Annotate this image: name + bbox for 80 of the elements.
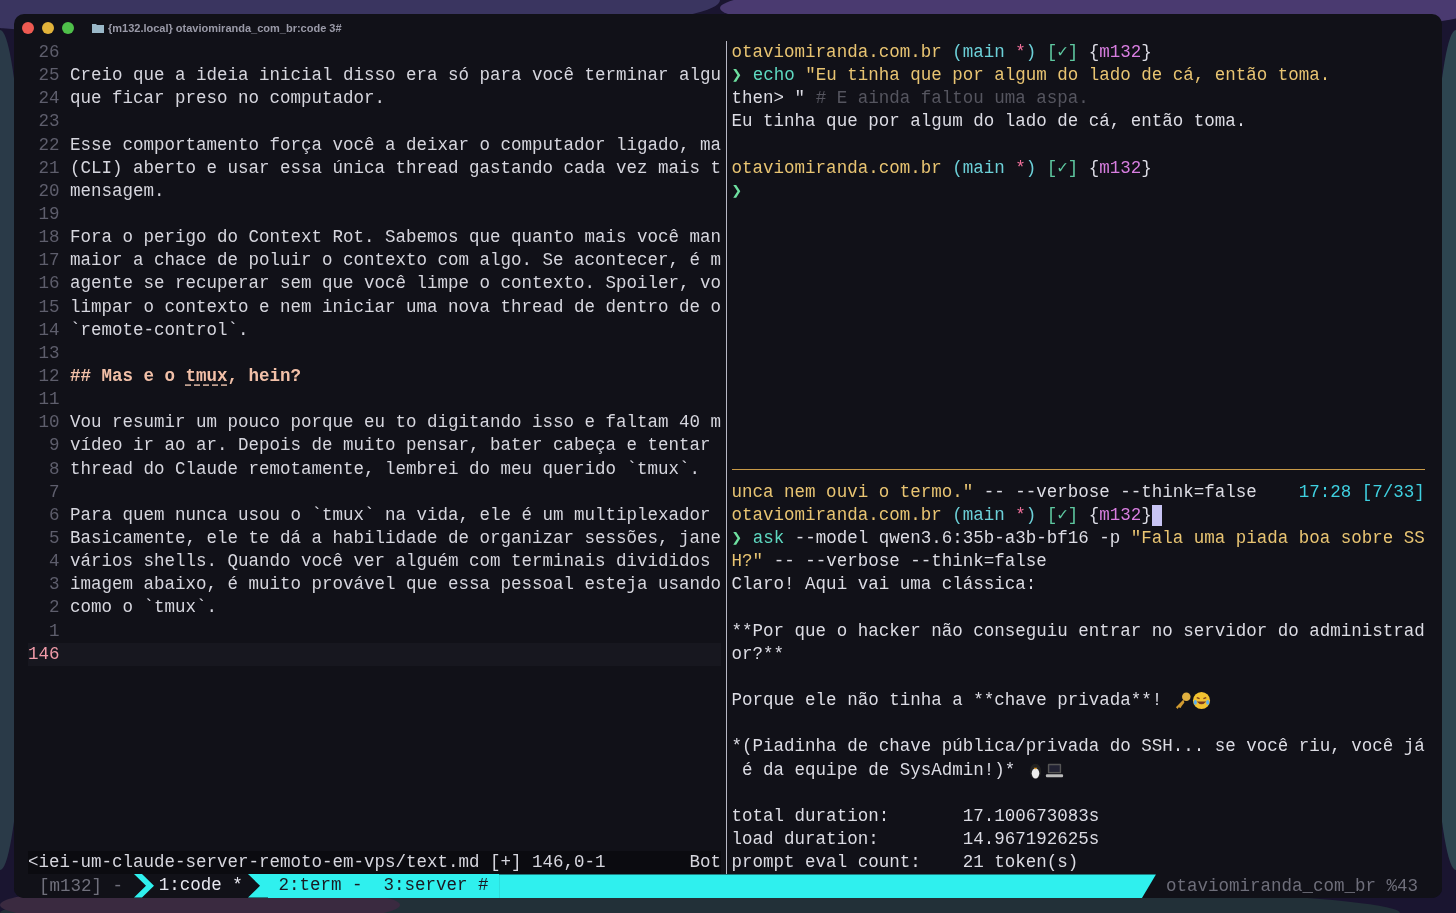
line-number: 18 [37, 226, 60, 250]
line-number: 1 [48, 619, 60, 643]
terminal-line: or?** [731, 642, 785, 666]
editor-line: Vou resumir um pouco porque eu to digitando isso e faltam 40 m [70, 411, 722, 435]
editor-line: maior a chace de poluir o contexto com algo. Se acontecer, é m [70, 249, 722, 273]
editor-line: Fora o perigo do Context Rot. Sabemos que quanto mais você man [70, 226, 722, 250]
terminal-line: unca nem ouvi o termo." -- --verbose --think=false [731, 480, 1257, 504]
terminal-line: load duration: 14.967192625s [731, 827, 1100, 851]
line-number: 17 [37, 249, 60, 273]
line-number: 14 [37, 318, 60, 342]
minimize-button[interactable] [42, 21, 54, 34]
terminal-line: otaviomiranda.com.br (main *) [✓] {m132} [731, 156, 1152, 180]
editor-line: `remote-control`. [70, 318, 249, 342]
terminal-line: **Por que o hacker não conseguiu entrar no servidor do administrad [731, 619, 1425, 643]
editor-line: Basicamente, ele te dá a habilidade de organizar sessões, jane [70, 526, 722, 550]
terminal-line: otaviomiranda.com.br (main *) [✓] {m132} [731, 41, 1152, 64]
terminal-line: total duration: 17.100673083s [731, 804, 1100, 828]
terminal-line: *(Piadinha de chave pública/privada do SSH... se você riu, você já [731, 735, 1425, 759]
terminal-line: then> " # E ainda faltou uma aspa. [731, 87, 1089, 111]
terminal-line: ❯ ask --model qwen3.6:35b-a3b-bf16 -p "Fala uma piada boa sobre SS [731, 527, 1425, 551]
line-number: 3 [48, 573, 60, 597]
file-path: <iei-um-claude-server-remoto-em-vps/text.md [+] 146,0-1 [28, 851, 606, 875]
editor-line: Para quem nunca usou o `tmux` na vida, ele é um multiplexador [70, 503, 711, 527]
editor-line: limpar o contexto e nem iniciar uma nova thread de dentro de o [70, 295, 722, 319]
maximize-button[interactable] [62, 21, 74, 34]
line-number: 12 [37, 364, 60, 388]
line-number: 19 [37, 203, 60, 226]
editor-line: (CLI) aberto e usar essa única thread gastando cada vez mais t [70, 156, 722, 180]
line-number: 26 [37, 41, 60, 64]
editor-line: vários shells. Quando você ver alguém com terminais divididos [70, 550, 711, 574]
terminal-line: Claro! Aqui vai uma clássica: [731, 573, 1037, 597]
terminal-line: ❯ [731, 179, 743, 203]
terminal-line: ❯ echo "Eu tinha que por algum do lado de cá, então toma. [731, 64, 1331, 88]
host-status: otaviomiranda_com_br %43 [1164, 876, 1419, 897]
editor-line: vídeo ir ao ar. Depois de muito pensar, bater cabeça e tentar [70, 434, 711, 458]
line-number: 9 [48, 434, 60, 458]
window-tab[interactable]: 3:server # [373, 874, 500, 898]
line-number: 6 [48, 503, 60, 527]
line-number: 23 [37, 110, 60, 134]
editor-line: Creio que a ideia inicial disso era só para você terminar algu [70, 64, 722, 88]
line-number: 20 [37, 179, 60, 203]
line-number: 22 [37, 133, 60, 157]
line-number: 21 [37, 156, 60, 180]
window-title: {m132.local} otaviomiranda_com_br:code 3# [108, 21, 342, 34]
terminal-line: é da equipe de SysAdmin!)* [741, 758, 1016, 782]
line-number: 5 [48, 526, 60, 550]
line-number: 10 [37, 411, 60, 435]
close-button[interactable] [22, 21, 34, 34]
terminal-line: Eu tinha que por algum do lado de cá, então toma. [731, 110, 1247, 134]
line-number: 16 [37, 272, 60, 296]
editor-line: imagem abaixo, é muito provável que essa pessoal esteja usando [70, 573, 722, 597]
editor-line: ## Mas e o tmux, hein? [70, 364, 302, 388]
terminal-line: Porque ele não tinha a **chave privada**! [731, 689, 1163, 713]
text-cursor [1151, 505, 1162, 527]
scroll-position: Bot [689, 851, 722, 875]
terminal-line: H?" -- --verbose --think=false [731, 550, 1047, 574]
line-number: 7 [48, 480, 60, 504]
editor-line: que ficar preso no computador. [70, 87, 386, 111]
editor-line: agente se recuperar sem que você limpe o contexto. Spoiler, vo [70, 272, 722, 296]
line-number: 13 [37, 341, 60, 365]
line-number: 2 [48, 596, 60, 620]
editor-line: mensagem. [70, 179, 165, 203]
copy-mode-position: 17:28 [7/33] [1298, 480, 1425, 504]
line-number: 8 [48, 457, 60, 481]
line-number: 15 [37, 295, 60, 319]
laughing-emoji-icon [1191, 691, 1211, 711]
line-number: 11 [37, 388, 60, 412]
folder-icon [92, 22, 104, 33]
chevron-icon [248, 874, 269, 898]
session-name: [m132] - [39, 876, 123, 897]
chevron-icon [133, 874, 154, 898]
line-number: 146 [28, 642, 60, 666]
terminal-line: otaviomiranda.com.br (main *) [✓] {m132} [731, 503, 1152, 527]
line-number: 25 [37, 64, 60, 88]
editor-line: Esse comportamento força você a deixar o computador ligado, ma [70, 133, 722, 157]
editor-line: thread do Claude remotamente, lembrei do meu querido `tmux`. [70, 457, 701, 481]
line-number: 4 [48, 550, 60, 574]
terminal-line: prompt eval count: 21 token(s) [731, 851, 1079, 875]
line-number: 24 [37, 87, 60, 111]
editor-line: como o `tmux`. [70, 596, 218, 620]
